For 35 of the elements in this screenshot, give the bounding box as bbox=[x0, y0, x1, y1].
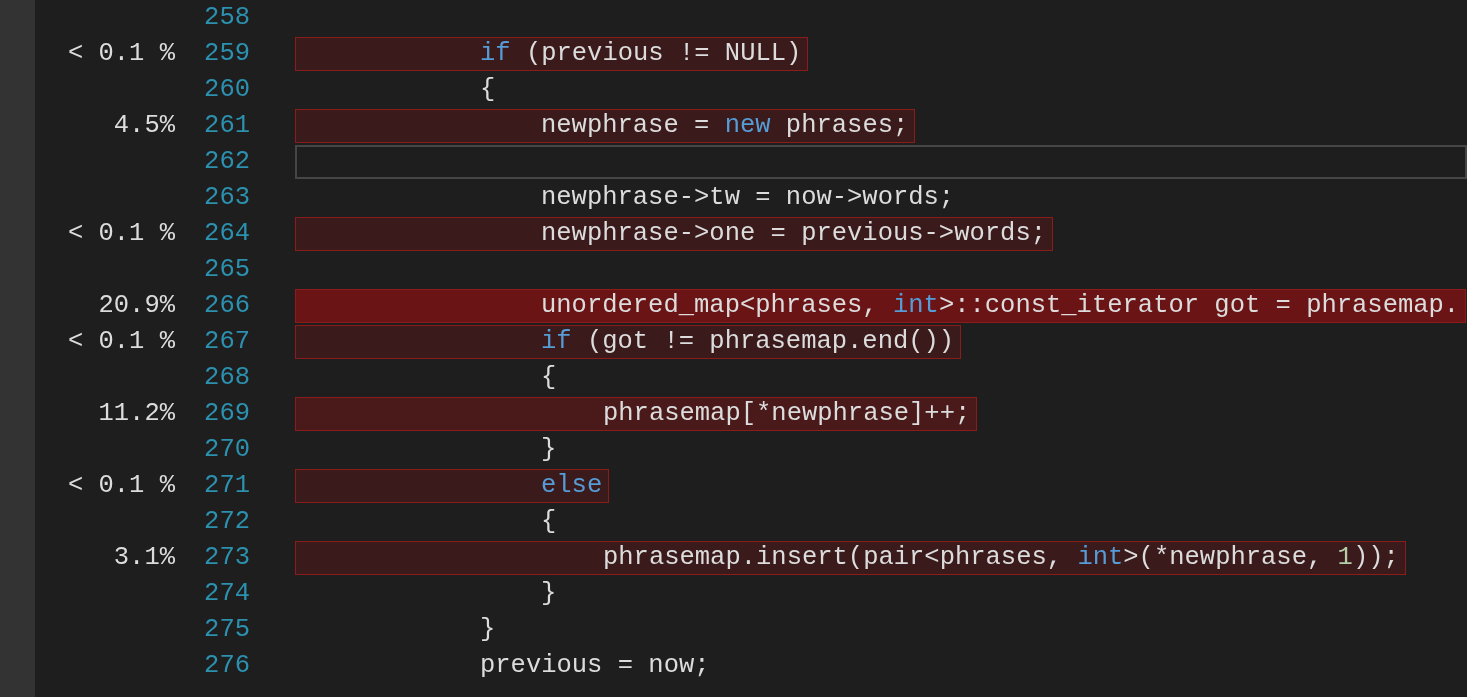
percent-label: < 0.1 % bbox=[67, 471, 175, 500]
code-line: { bbox=[540, 362, 558, 394]
code-line: } bbox=[540, 578, 558, 610]
line-number: 275 bbox=[204, 615, 250, 644]
percent-label: < 0.1 % bbox=[67, 327, 175, 356]
line-number: 261 bbox=[204, 111, 250, 140]
code-line: } bbox=[540, 434, 558, 466]
line-number: 263 bbox=[204, 183, 250, 212]
code-line: { bbox=[479, 74, 497, 106]
line-number: 270 bbox=[204, 435, 250, 464]
percent-label: 3.1% bbox=[113, 543, 175, 572]
percent-label: 4.5% bbox=[113, 111, 175, 140]
code-line: } bbox=[479, 614, 497, 646]
line-number: 260 bbox=[204, 75, 250, 104]
code-line: { bbox=[540, 506, 558, 538]
line-number: 265 bbox=[204, 255, 250, 284]
line-number: 267 bbox=[204, 327, 250, 356]
percent-label: < 0.1 % bbox=[67, 219, 175, 248]
line-number: 266 bbox=[204, 291, 250, 320]
line-number: 264 bbox=[204, 219, 250, 248]
line-number: 274 bbox=[204, 579, 250, 608]
line-number: 262 bbox=[204, 147, 250, 176]
line-number: 268 bbox=[204, 363, 250, 392]
code-line: newphrase->tw = now->words; bbox=[540, 182, 956, 214]
line-number: 259 bbox=[204, 39, 250, 68]
line-number: 269 bbox=[204, 399, 250, 428]
percent-label: < 0.1 % bbox=[67, 39, 175, 68]
percent-label: 11.2% bbox=[98, 399, 175, 428]
code-line: previous = now; bbox=[479, 650, 711, 682]
line-number: 276 bbox=[204, 651, 250, 680]
line-number: 272 bbox=[204, 507, 250, 536]
line-number: 271 bbox=[204, 471, 250, 500]
line-number: 258 bbox=[204, 3, 250, 32]
line-number: 273 bbox=[204, 543, 250, 572]
percent-label: 20.9% bbox=[98, 291, 175, 320]
